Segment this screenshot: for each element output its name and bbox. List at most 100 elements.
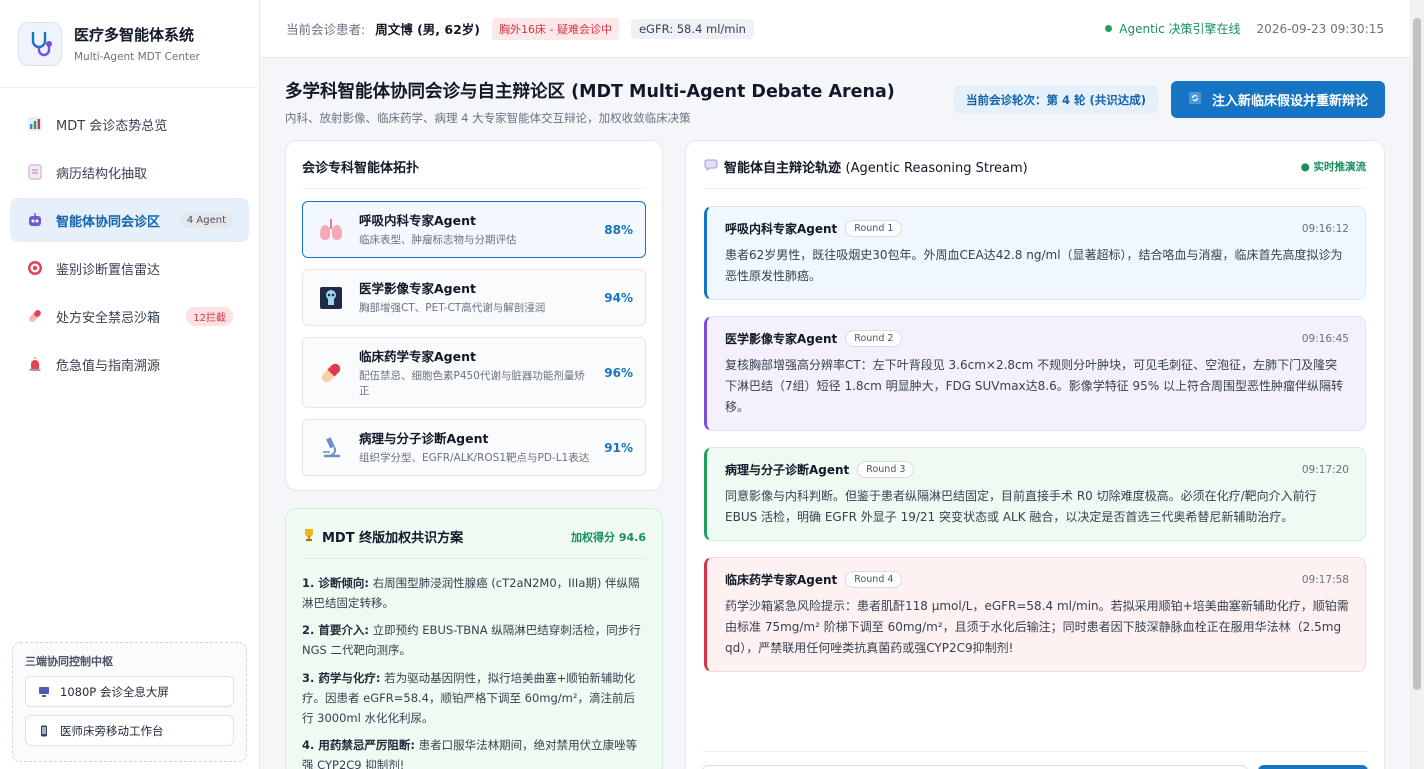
agent-card-respiratory[interactable]: 呼吸内科专家Agent 临床表型、肿瘤标志物与分期评估 88% — [302, 201, 646, 258]
agent-desc: 胸部增强CT、PET-CT高代谢与解剖浸润 — [359, 302, 546, 315]
agent-topology-card: 会诊专科智能体拓扑 呼吸内科专家Agent 临床表型、肿瘤标志物与分期评估 88… — [285, 140, 663, 491]
microscope-icon — [317, 434, 345, 462]
nav-label: MDT 会诊态势总览 — [56, 118, 168, 134]
inject-hypothesis-button[interactable]: 注入新临床假设并重新辩论 — [1171, 81, 1385, 118]
nav-item-diagnosis-radar[interactable]: 鉴别诊断置信雷达 — [10, 246, 249, 290]
consensus-item: 1. 诊断倾向: 右周围型肺浸润性腺癌 (cT2aN2M0，IIIa期) 伴纵隔… — [302, 573, 646, 613]
document-icon — [26, 163, 44, 181]
engine-status-label: Agentic 决策引擎在线 — [1119, 22, 1241, 36]
agent-desc: 临床表型、肿瘤标志物与分期评估 — [359, 234, 517, 247]
message-time: 09:17:20 — [1301, 463, 1349, 476]
agent-name: 医学影像专家Agent — [359, 281, 476, 297]
brand-title: 医疗多智能体系统 — [74, 26, 195, 44]
message-body: 患者62岁男性，既往吸烟史30包年。外周血CEA达42.8 ng/ml（显著超标… — [725, 248, 1343, 283]
agent-card-imaging[interactable]: 医学影像专家Agent 胸部增强CT、PET-CT高代谢与解剖浸润 94% — [302, 269, 646, 326]
consensus-item-head: 1. 诊断倾向: — [302, 576, 369, 590]
agent-card-pathology[interactable]: 病理与分子诊断Agent 组织学分型、EGFR/ALK/ROS1靶点与PD-L1… — [302, 419, 646, 476]
ward-tag: 胸外16床 - 疑难会诊中 — [492, 17, 619, 40]
robot-icon — [26, 211, 44, 229]
stream-title-en: (Agentic Reasoning Stream) — [845, 161, 1028, 176]
debate-message: 临床药学专家Agent Round 4 09:17:58 药学沙箱紧急风险提示：… — [704, 557, 1366, 672]
nav-label: 处方安全禁忌沙箱 — [56, 310, 161, 326]
agent-confidence: 94% — [604, 290, 633, 305]
consensus-item-head: 3. 药学与化疗: — [302, 670, 381, 685]
agent-confidence: 91% — [604, 440, 633, 455]
phone-icon — [38, 725, 50, 737]
agent-count-badge: 4 Agent — [179, 212, 233, 228]
nav-item-agent-consultation[interactable]: 智能体协同会诊区 4 Agent — [10, 198, 249, 242]
message-agent: 病理与分子诊断Agent — [725, 463, 850, 477]
scrollbar-thumb[interactable] — [1413, 18, 1421, 690]
debate-message: 医学影像专家Agent Round 2 09:16:45 复核胸部增强高分辨率C… — [704, 316, 1366, 431]
agent-desc: 组织学分型、EGFR/ALK/ROS1靶点与PD-L1表达 — [359, 452, 590, 465]
debate-message: 呼吸内科专家Agent Round 1 09:16:12 患者62岁男性，既往吸… — [704, 206, 1366, 300]
patient-label: 当前会诊患者: — [286, 22, 366, 37]
consensus-item: 2. 首要介入: 立即预约 EBUS-TBNA 纵隔淋巴结穿刺活检，同步行 NG… — [302, 620, 646, 660]
nav-label: 危急值与指南溯源 — [56, 358, 161, 374]
brand: 医疗多智能体系统 Multi-Agent MDT Center — [0, 0, 259, 88]
pill-icon — [26, 307, 44, 325]
fullscreen-display-label: 1080P 会诊全息大屏 — [60, 684, 169, 699]
fullscreen-display-button[interactable]: 1080P 会诊全息大屏 — [25, 676, 234, 707]
message-agent: 临床药学专家Agent — [725, 573, 838, 587]
agent-name: 病理与分子诊断Agent — [359, 431, 489, 447]
egfr-badge: eGFR: 58.4 ml/min — [630, 18, 754, 39]
stream-title: 智能体自主辩论轨迹 (Agentic Reasoning Stream) — [724, 157, 1028, 176]
monitor-icon — [38, 686, 50, 698]
page-scrollbar[interactable] — [1410, 0, 1424, 769]
brand-subtitle: Multi-Agent MDT Center — [74, 51, 200, 63]
consensus-item-head: 2. 首要介入: — [302, 623, 369, 638]
consensus-item: 4. 用药禁忌严厉阻断: 患者口服华法林期间，绝对禁用伏立康唑等强 CYP2C9… — [302, 735, 646, 769]
agent-name: 呼吸内科专家Agent — [359, 213, 476, 229]
message-body: 复核胸部增强高分辨率CT：左下叶背段见 3.6cm×2.8cm 不规则分叶肿块，… — [725, 358, 1344, 414]
xray-icon — [317, 284, 345, 312]
page-header: 多学科智能体协同会诊与自主辩论区 (MDT Multi-Agent Debate… — [285, 78, 1385, 128]
message-body: 同意影像与内科判断。但鉴于患者纵隔淋巴结固定，目前直接手术 R0 切除难度极高。… — [725, 489, 1317, 524]
refresh-icon — [1188, 91, 1202, 109]
nav-label: 智能体协同会诊区 — [56, 214, 161, 230]
mobile-workstation-button[interactable]: 医师床旁移动工作台 — [25, 715, 234, 746]
current-datetime: 2026-09-23 09:30:15 — [1256, 21, 1384, 36]
round-status-pill: 当前会诊轮次：第 4 轮 (共识达成) — [954, 85, 1159, 114]
agent-confidence: 96% — [604, 365, 633, 380]
sidebar: 医疗多智能体系统 Multi-Agent MDT Center MDT 会诊态势… — [0, 0, 260, 769]
bar-chart-icon — [26, 115, 44, 133]
trophy-icon — [302, 528, 316, 545]
intercept-count-badge: 12拦截 — [186, 306, 233, 326]
stethoscope-icon — [18, 21, 62, 66]
message-time: 09:17:58 — [1301, 573, 1349, 586]
nav-item-record-extraction[interactable]: 病历结构化抽取 — [10, 150, 249, 194]
consensus-item-head: 4. 用药禁忌严厉阻断: — [302, 737, 415, 752]
pill-icon — [317, 359, 345, 387]
divider — [702, 751, 1368, 752]
nav-item-critical-values[interactable]: 危急值与指南溯源 — [10, 342, 249, 386]
topology-title: 会诊专科智能体拓扑 — [302, 157, 646, 189]
live-indicator: ● 实时推演流 — [1300, 161, 1366, 173]
consensus-score: 加权得分 94.6 — [571, 530, 646, 544]
stream-title-cn: 智能体自主辩论轨迹 — [724, 161, 842, 176]
consensus-title: MDT 终版加权共识方案 — [322, 531, 464, 546]
message-body: 药学沙箱紧急风险提示：患者肌酐118 μmol/L，eGFR=58.4 ml/m… — [725, 599, 1349, 655]
alarm-light-icon — [26, 355, 44, 373]
speech-bubble-icon — [704, 159, 718, 174]
round-badge: Round 2 — [845, 330, 903, 347]
nav-item-prescription-sandbox[interactable]: 处方安全禁忌沙箱 12拦截 — [10, 294, 249, 338]
send-button[interactable] — [1258, 765, 1368, 769]
reasoning-stream-card: 智能体自主辩论轨迹 (Agentic Reasoning Stream) ● 实… — [685, 140, 1385, 769]
consensus-item: 3. 药学与化疗: 若为驱动基因阴性，拟行培美曲塞+顺铂新辅助化疗。因患者 eG… — [302, 668, 646, 728]
round-badge: Round 1 — [845, 220, 903, 237]
nav-item-overview[interactable]: MDT 会诊态势总览 — [10, 102, 249, 146]
nav-label: 鉴别诊断置信雷达 — [56, 262, 161, 278]
message-agent: 医学影像专家Agent — [725, 332, 838, 346]
round-badge: Round 4 — [845, 571, 903, 588]
consensus-card: MDT 终版加权共识方案 加权得分 94.6 1. 诊断倾向: 右周围型肺浸润性… — [285, 508, 663, 769]
message-agent: 呼吸内科专家Agent — [725, 222, 838, 236]
agent-name: 临床药学专家Agent — [359, 348, 476, 364]
lungs-icon — [317, 216, 345, 244]
control-hub-title: 三端协同控制中枢 — [25, 655, 113, 668]
target-icon — [26, 259, 44, 277]
agent-card-pharmacy[interactable]: 临床药学专家Agent 配伍禁忌、细胞色素P450代谢与脏器功能剂量矫正 96% — [302, 337, 646, 408]
message-time: 09:16:45 — [1301, 332, 1349, 345]
hypothesis-input[interactable] — [702, 765, 1248, 769]
engine-status: Agentic 决策引擎在线 — [1105, 20, 1241, 37]
